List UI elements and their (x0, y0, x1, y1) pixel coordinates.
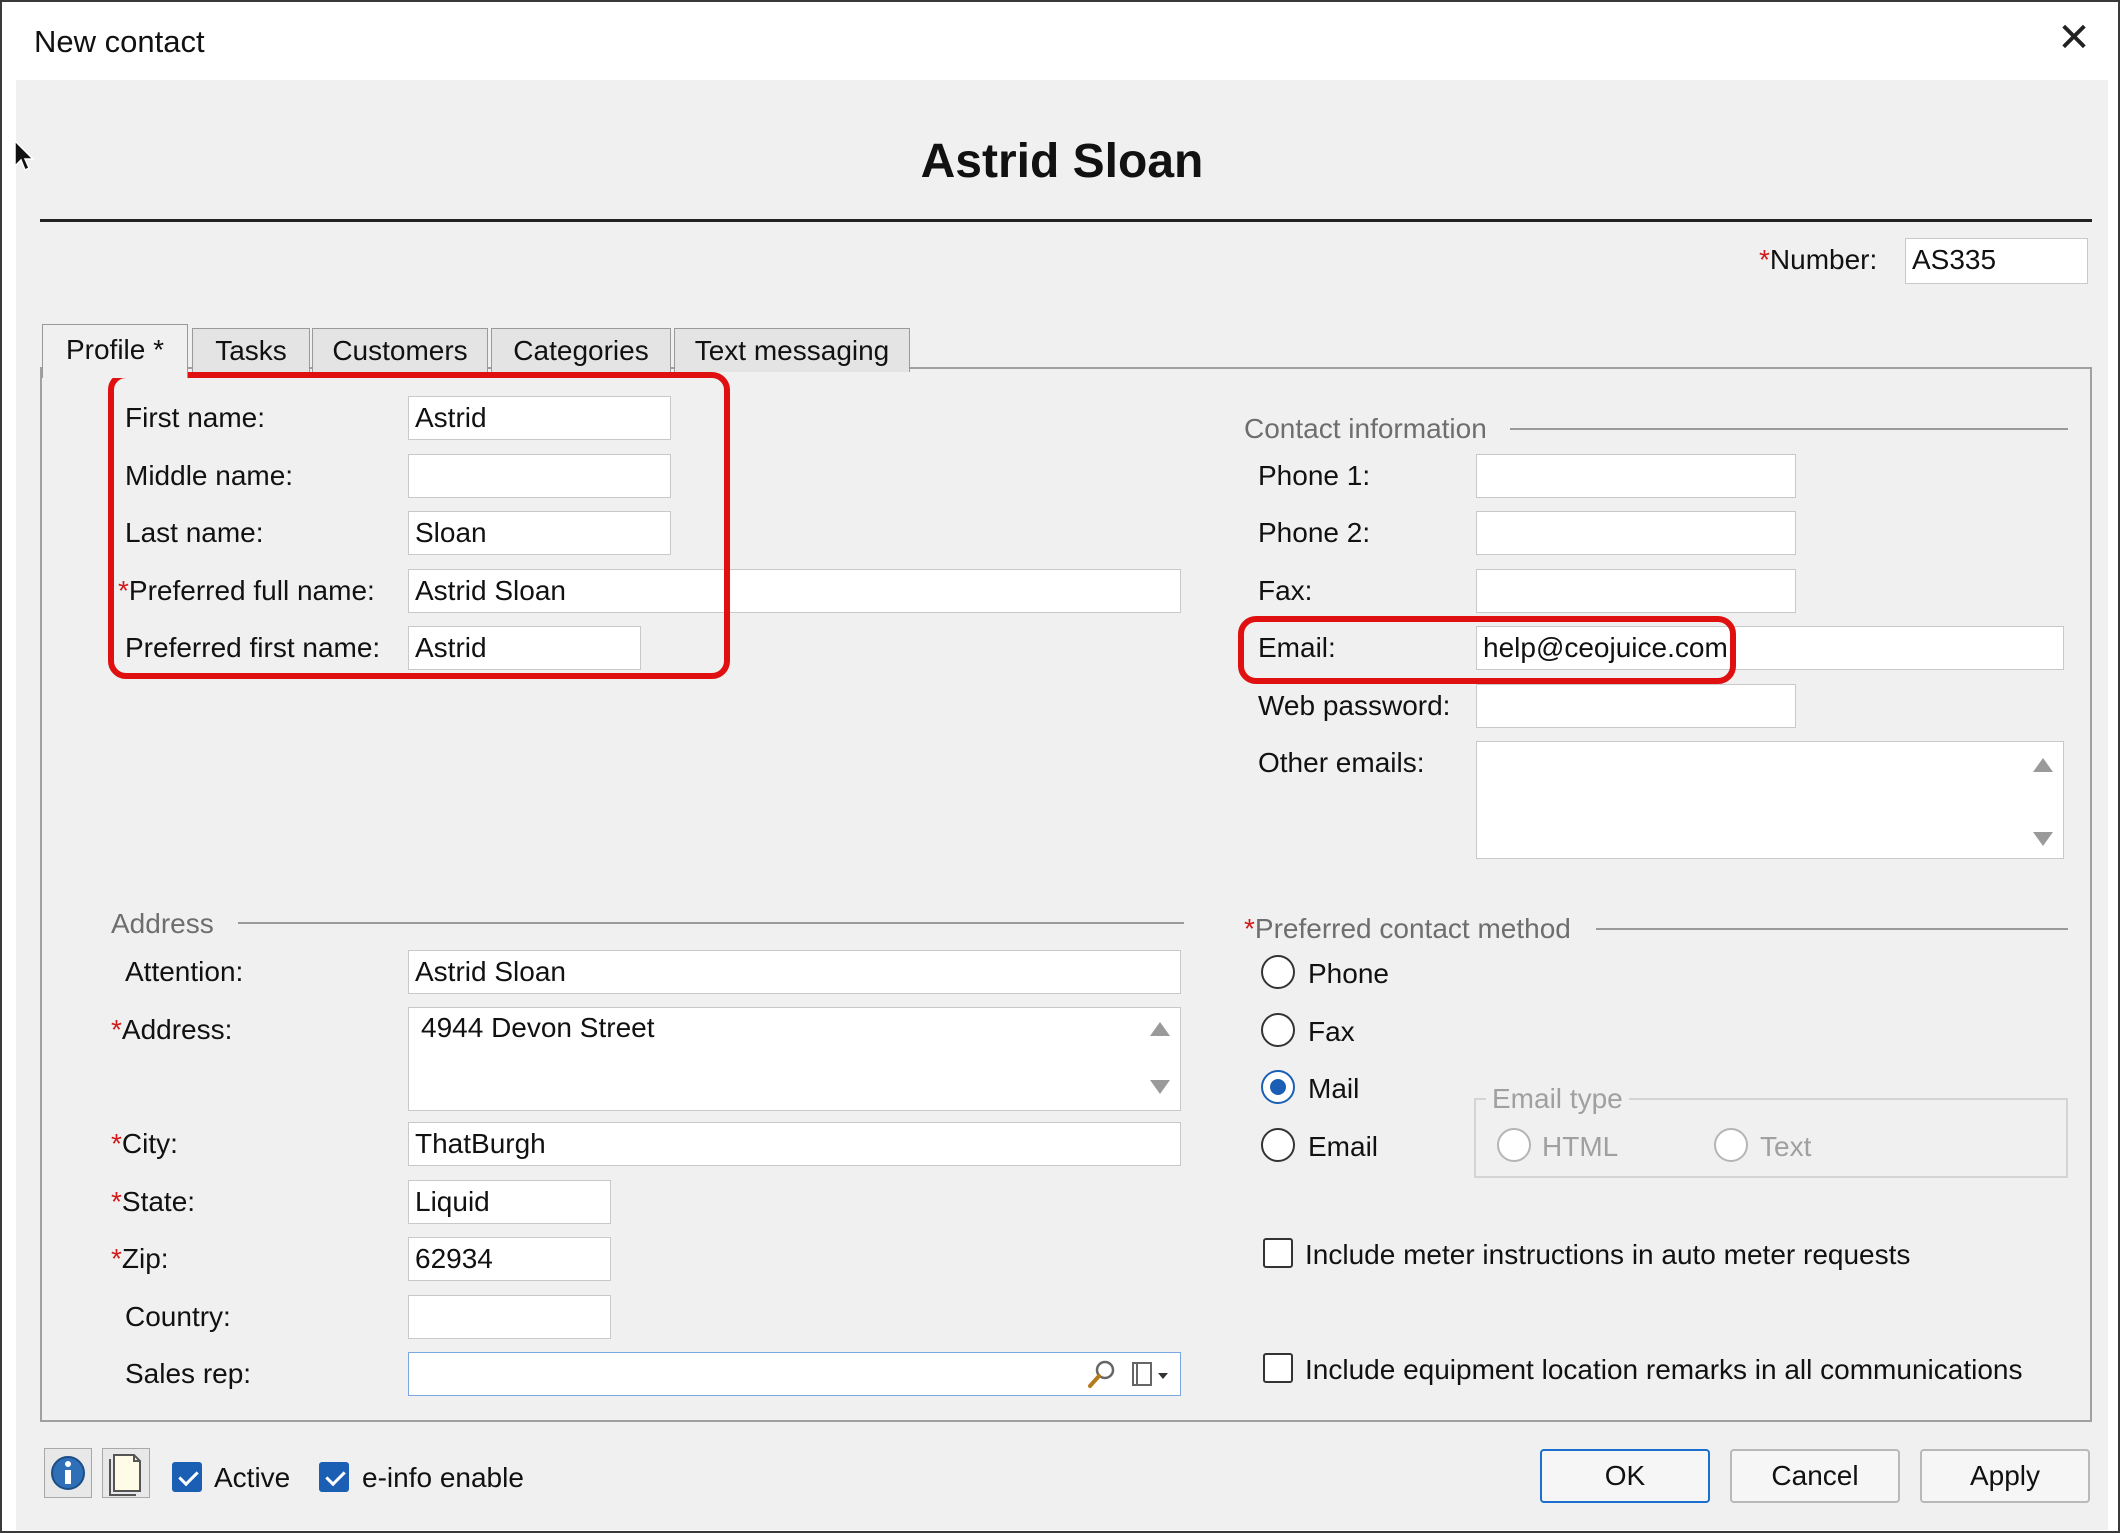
radio-email-label: Email (1308, 1131, 1379, 1162)
required-mark: * (1759, 244, 1770, 275)
radio-text[interactable] (1714, 1128, 1748, 1162)
required-mark: * (111, 1243, 122, 1274)
tab-categories[interactable]: Categories (491, 328, 671, 372)
tab-text-messaging[interactable]: Text messaging (674, 328, 910, 372)
ok-button[interactable]: OK (1540, 1449, 1710, 1503)
window-title: New contact (34, 24, 205, 59)
apply-button[interactable]: Apply (1920, 1449, 2090, 1503)
address-group-title: Address (111, 908, 214, 939)
radio-mail[interactable] (1261, 1070, 1295, 1104)
phone1-label: Phone 1: (1258, 460, 1371, 491)
radio-html-label: HTML (1542, 1131, 1619, 1162)
notes-button[interactable] (102, 1448, 150, 1498)
scroll-down-icon[interactable] (1150, 1080, 1170, 1094)
other-emails-textarea[interactable] (1476, 741, 2064, 859)
heading-divider (40, 219, 2092, 222)
preferred-contact-rule (1596, 928, 2068, 930)
country-label: Country: (125, 1301, 231, 1332)
scroll-up-icon[interactable] (2033, 758, 2053, 772)
name-fields-highlight (108, 372, 730, 679)
fax-field[interactable] (1476, 569, 1796, 613)
phone2-label: Phone 2: (1258, 517, 1371, 548)
state-label-text: State: (121, 1186, 196, 1217)
radio-html[interactable] (1497, 1128, 1531, 1162)
notes-icon (109, 1454, 141, 1496)
address-textarea[interactable]: 4944 Devon Street (408, 1007, 1181, 1111)
country-field[interactable] (408, 1295, 611, 1339)
scroll-down-icon[interactable] (2033, 832, 2053, 846)
address-label: *Address: (111, 1014, 232, 1046)
attention-label: Attention: (125, 956, 244, 987)
number-label-text: Number: (1769, 244, 1878, 275)
other-emails-label: Other emails: (1258, 747, 1425, 778)
preferred-contact-group-title: *Preferred contact method (1244, 913, 1571, 945)
active-label: Active (214, 1462, 291, 1493)
required-mark: * (1244, 913, 1255, 944)
email-type-title: Email type (1486, 1083, 1629, 1115)
zip-label: *Zip: (111, 1243, 169, 1275)
close-button[interactable]: ✕ (2052, 18, 2096, 62)
tab-customers[interactable]: Customers (312, 328, 488, 372)
state-field[interactable]: Liquid (408, 1180, 611, 1224)
web-password-label: Web password: (1258, 690, 1451, 721)
fax-label: Fax: (1258, 575, 1313, 606)
web-password-field[interactable] (1476, 684, 1796, 728)
zip-field[interactable]: 62934 (408, 1237, 611, 1281)
attention-field[interactable]: Astrid Sloan (408, 950, 1181, 994)
info-button[interactable] (44, 1448, 92, 1498)
phone2-field[interactable] (1476, 511, 1796, 555)
einfo-enable-checkbox[interactable] (319, 1462, 349, 1492)
tab-profile[interactable]: Profile * (42, 324, 188, 378)
address-label-text: Address: (121, 1014, 233, 1045)
radio-fax[interactable] (1261, 1013, 1295, 1047)
tab-tasks[interactable]: Tasks (192, 328, 310, 372)
city-label-text: City: (121, 1128, 178, 1159)
einfo-enable-label: e-info enable (362, 1462, 524, 1493)
radio-phone[interactable] (1261, 955, 1295, 989)
active-checkbox[interactable] (172, 1462, 202, 1492)
contact-name-heading: Astrid Sloan (920, 135, 1204, 188)
new-contact-dialog: New contact ✕ Astrid Sloan *Number: AS33… (0, 0, 2120, 1533)
phone1-field[interactable] (1476, 454, 1796, 498)
title-bar: New contact ✕ (2, 2, 2118, 80)
radio-phone-label: Phone (1308, 958, 1389, 989)
state-label: *State: (111, 1186, 195, 1218)
address-rule (238, 922, 1184, 924)
cancel-button[interactable]: Cancel (1730, 1449, 1900, 1503)
search-icon[interactable] (1086, 1358, 1118, 1390)
city-label: *City: (111, 1128, 178, 1160)
contact-information-rule (1510, 428, 2068, 430)
required-mark: * (111, 1128, 122, 1159)
email-highlight (1238, 616, 1736, 684)
contact-information-group-title: Contact information (1244, 413, 1487, 444)
radio-fax-label: Fax (1308, 1016, 1355, 1047)
info-icon (51, 1456, 85, 1490)
required-mark: * (111, 1186, 122, 1217)
city-field[interactable]: ThatBurgh (408, 1122, 1181, 1166)
radio-email[interactable] (1261, 1128, 1295, 1162)
location-remarks-label: Include equipment location remarks in al… (1305, 1354, 2023, 1385)
radio-text-label: Text (1760, 1131, 1812, 1162)
meter-instructions-label: Include meter instructions in auto meter… (1305, 1239, 1911, 1270)
radio-mail-label: Mail (1308, 1073, 1360, 1104)
meter-instructions-checkbox[interactable] (1263, 1238, 1293, 1268)
sales-rep-label: Sales rep: (125, 1358, 252, 1389)
number-label: *Number: (1759, 244, 1877, 276)
required-mark: * (111, 1014, 122, 1045)
location-remarks-checkbox[interactable] (1263, 1353, 1293, 1383)
preferred-contact-title-text: Preferred contact method (1254, 913, 1571, 944)
number-field[interactable]: AS335 (1905, 238, 2088, 284)
lookup-dropdown-icon[interactable] (1130, 1358, 1174, 1390)
zip-label-text: Zip: (121, 1243, 169, 1274)
scroll-up-icon[interactable] (1150, 1022, 1170, 1036)
sales-rep-field[interactable] (408, 1352, 1181, 1396)
